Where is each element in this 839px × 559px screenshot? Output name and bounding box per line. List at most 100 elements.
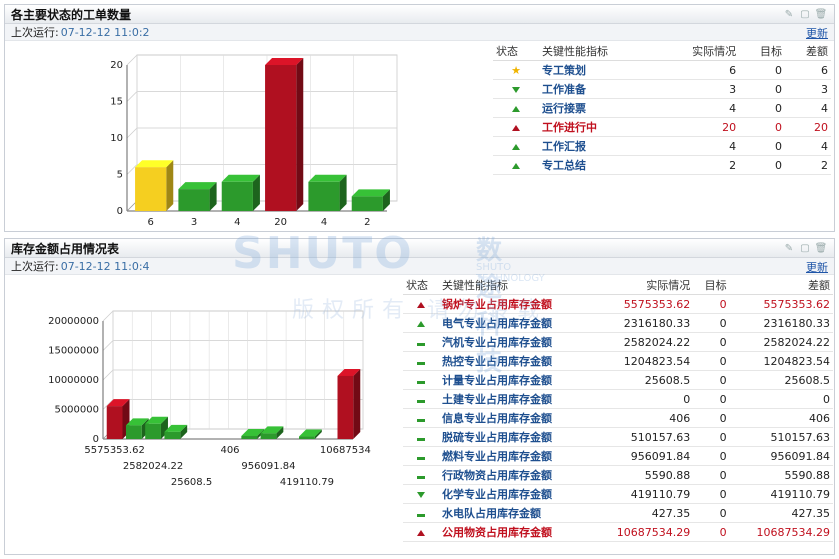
arrow-up-icon xyxy=(417,320,425,327)
table-row: 燃料专业占用库存金额 956091.84 0 956091.84 xyxy=(403,446,833,466)
edit-icon[interactable]: ✎ xyxy=(784,243,794,254)
inventory-bar-chart: 0 5000000 10000000 15000000 20000000 5575353.… xyxy=(23,309,403,494)
table-row: 工作汇报 4 0 4 xyxy=(493,136,831,156)
status-cell xyxy=(403,332,439,352)
target-value: 0 xyxy=(693,484,730,504)
diff-value: 406 xyxy=(729,408,833,428)
diff-value: 956091.84 xyxy=(729,446,833,466)
y-tick-label: 15000000 xyxy=(48,346,99,357)
actual-value: 427.35 xyxy=(589,503,694,523)
diff-value: 2316180.33 xyxy=(729,313,833,333)
table-row: 汽机专业占用库存金额 2582024.22 0 2582024.22 xyxy=(403,332,833,352)
maximize-icon[interactable]: ▢ xyxy=(800,243,810,254)
kpi-name[interactable]: 计量专业占用库存金额 xyxy=(439,370,590,390)
y-tick-label: 5000000 xyxy=(54,405,99,416)
dash-icon xyxy=(417,399,425,403)
gridline xyxy=(126,127,138,139)
table-row: 运行接票 4 0 4 xyxy=(493,98,831,118)
target-value: 0 xyxy=(739,155,786,175)
actual-value: 406 xyxy=(589,408,694,428)
bar xyxy=(265,65,297,211)
dash-icon xyxy=(417,380,425,384)
status-cell xyxy=(493,155,539,175)
target-value: 0 xyxy=(693,389,730,409)
update-link[interactable]: 更新 xyxy=(806,25,828,41)
kpi-name[interactable]: 信息专业占用库存金额 xyxy=(439,408,590,428)
diff-value: 427.35 xyxy=(729,503,833,523)
status-cell xyxy=(403,522,439,542)
delete-icon[interactable]: 🗑 xyxy=(815,243,828,254)
diff-value: 5590.88 xyxy=(729,465,833,485)
dash-icon xyxy=(417,418,425,422)
diff-value: 1204823.54 xyxy=(729,351,833,371)
actual-value: 10687534.29 xyxy=(589,522,694,542)
col-kpi: 关键性能指标 xyxy=(439,276,590,295)
target-value: 0 xyxy=(739,98,786,118)
bar-side xyxy=(353,368,361,439)
bar xyxy=(145,423,161,439)
delete-icon[interactable]: 🗑 xyxy=(815,9,828,20)
status-cell: ★ xyxy=(493,60,539,80)
status-cell xyxy=(493,117,539,137)
y-tick-label: 20000000 xyxy=(48,316,99,327)
dash-icon xyxy=(417,437,425,441)
target-value: 0 xyxy=(739,136,786,156)
table-row: 电气专业占用库存金额 2316180.33 0 2316180.33 xyxy=(403,313,833,333)
x-tick-label: 406 xyxy=(220,445,239,456)
bar xyxy=(164,431,181,439)
kpi-name[interactable]: 土建专业占用库存金额 xyxy=(439,389,590,409)
col-diff: 差额 xyxy=(729,276,833,295)
kpi-name[interactable]: 燃料专业占用库存金额 xyxy=(439,446,590,466)
edit-icon[interactable]: ✎ xyxy=(784,9,794,20)
x-tick-label: 2582024.22 xyxy=(123,461,183,472)
work-order-kpi-table: 状态 关键性能指标 实际情况 目标 差额 ★ 专工策划 6 0 6 工作准备 3 0 3 运行接票… xyxy=(493,42,831,175)
status-cell xyxy=(493,136,539,156)
kpi-name[interactable]: 行政物资占用库存金额 xyxy=(439,465,590,485)
table-row: 土建专业占用库存金额 0 0 0 xyxy=(403,389,833,409)
kpi-name[interactable]: 工作进行中 xyxy=(539,117,658,137)
kpi-name[interactable]: 电气专业占用库存金额 xyxy=(439,313,590,333)
col-target: 目标 xyxy=(693,276,730,295)
kpi-name[interactable]: 水电队占用库存金额 xyxy=(439,503,590,523)
maximize-icon[interactable]: ▢ xyxy=(800,9,810,20)
kpi-name[interactable]: 工作准备 xyxy=(539,79,658,99)
bar xyxy=(135,167,167,211)
bar xyxy=(260,433,277,439)
status-cell xyxy=(403,389,439,409)
last-run-value: 07-12-12 11:0:4 xyxy=(60,259,150,273)
kpi-name[interactable]: 化学专业占用库存金额 xyxy=(439,484,590,504)
target-value: 0 xyxy=(693,427,730,447)
target-value: 0 xyxy=(739,117,786,137)
diff-value: 4 xyxy=(785,136,831,156)
table-row: 锅炉专业占用库存金额 5575353.62 0 5575353.62 xyxy=(403,294,833,314)
diff-value: 6 xyxy=(785,60,831,80)
kpi-name[interactable]: 专工总结 xyxy=(539,155,658,175)
arrow-down-icon xyxy=(512,86,520,93)
update-link[interactable]: 更新 xyxy=(806,259,828,275)
panel-title: 库存金额占用情况表 xyxy=(11,241,120,256)
target-value: 0 xyxy=(693,332,730,352)
y-tick-label: 20 xyxy=(110,60,123,71)
actual-value: 4 xyxy=(657,98,740,118)
x-tick-label: 419110.79 xyxy=(280,477,334,488)
kpi-name[interactable]: 汽机专业占用库存金额 xyxy=(439,332,590,352)
diff-value: 5575353.62 xyxy=(729,294,833,314)
kpi-name[interactable]: 热控专业占用库存金额 xyxy=(439,351,590,371)
dash-icon xyxy=(417,475,425,479)
y-tick-label: 5 xyxy=(117,170,123,181)
gridline xyxy=(102,369,114,381)
kpi-name[interactable]: 公用物资占用库存金额 xyxy=(439,522,590,542)
arrow-down-icon xyxy=(417,491,425,498)
status-cell xyxy=(493,98,539,118)
kpi-name[interactable]: 运行接票 xyxy=(539,98,658,118)
arrow-up-icon xyxy=(512,124,520,131)
star-icon: ★ xyxy=(511,63,521,77)
x-tick-label: 25608.5 xyxy=(171,477,212,488)
kpi-name[interactable]: 工作汇报 xyxy=(539,136,658,156)
kpi-name[interactable]: 脱硫专业占用库存金额 xyxy=(439,427,590,447)
x-tick-label: 4 xyxy=(234,217,240,228)
inventory-amount-panel: 库存金额占用情况表 ✎ ▢ 🗑 上次运行: 07-12-12 11:0:4 更新… xyxy=(4,238,835,555)
kpi-name[interactable]: 锅炉专业占用库存金额 xyxy=(439,294,590,314)
panel-title: 各主要状态的工单数量 xyxy=(11,7,132,22)
kpi-name[interactable]: 专工策划 xyxy=(539,60,658,80)
